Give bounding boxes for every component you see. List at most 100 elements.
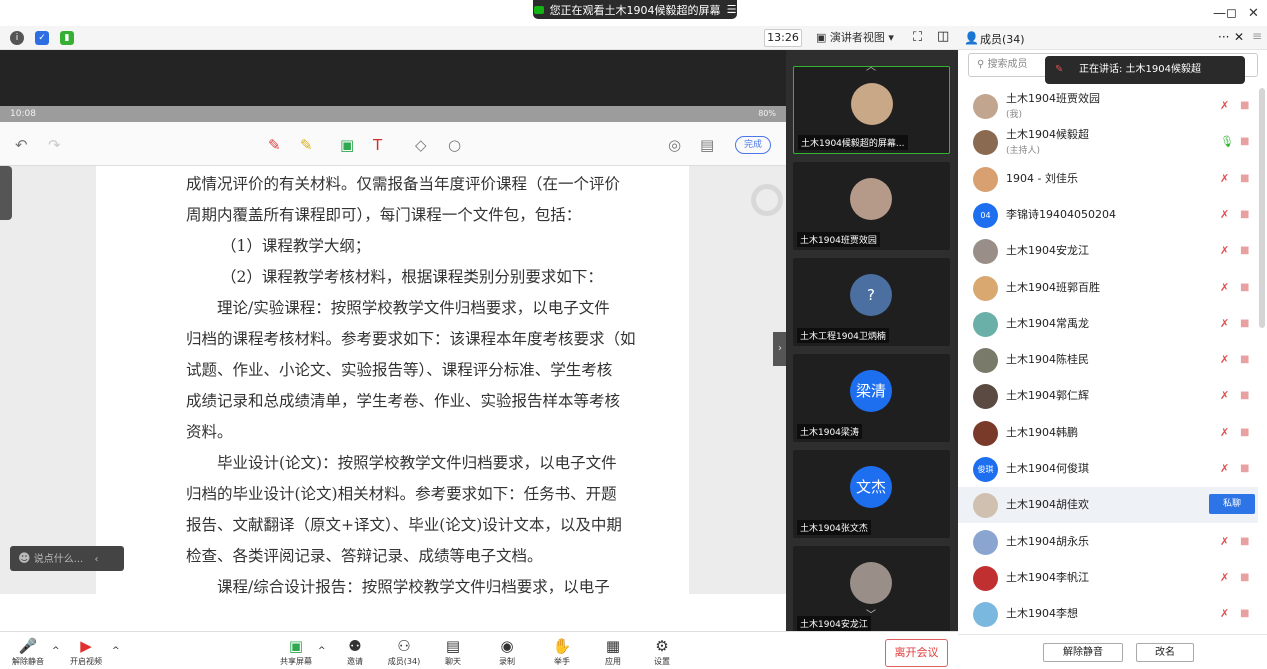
mic-off-icon[interactable]: ✗	[1220, 244, 1229, 257]
fullscreen-icon[interactable]: ⛶	[913, 30, 922, 45]
members-button[interactable]: ⚇ 成员(34)	[382, 636, 426, 667]
panel-menu-icon[interactable]: ≡	[1252, 29, 1262, 43]
chat-input-pill[interactable]: ☻ 说点什么... ‹	[10, 546, 124, 571]
camera-off-icon[interactable]: ■	[1240, 390, 1249, 401]
video-tile[interactable]: ? 土木工程1904卫炳楠	[793, 258, 950, 346]
camera-off-icon[interactable]: ■	[1240, 318, 1249, 329]
camera-off-icon[interactable]: ■	[1240, 282, 1249, 293]
mic-off-icon[interactable]: ✗	[1220, 571, 1229, 584]
member-row[interactable]: 土木1904安龙江 ✗ ■	[958, 233, 1258, 269]
video-tile[interactable]: 土木1904候毅超的屏幕...	[793, 66, 950, 154]
pen-icon[interactable]: ✎	[268, 136, 281, 154]
invite-button[interactable]: ⚉ 邀请	[333, 636, 377, 667]
undo-icon[interactable]: ↶	[15, 136, 28, 154]
done-button[interactable]: 完成	[735, 136, 771, 154]
collapse-strip-button[interactable]: ›	[773, 332, 787, 366]
unmute-button[interactable]: 🎤 解除静音	[6, 636, 50, 667]
close-panel-icon[interactable]: ✕	[1234, 30, 1244, 44]
redo-icon[interactable]: ↷	[48, 136, 61, 154]
mic-off-icon[interactable]: ✗	[1220, 535, 1229, 548]
member-row[interactable]: 土木1904李帆江 ✗ ■	[958, 560, 1258, 596]
unmute-all-button[interactable]: 解除静音	[1043, 643, 1123, 662]
member-row[interactable]: 土木1904常禹龙 ✗ ■	[958, 306, 1258, 342]
camera-off-icon[interactable]: ■	[1240, 354, 1249, 365]
mic-off-icon[interactable]: ✗	[1220, 172, 1229, 185]
mic-off-icon[interactable]: ✗	[1220, 208, 1229, 221]
camera-off-icon[interactable]: ■	[1240, 136, 1249, 147]
camera-off-icon[interactable]: ■	[1240, 608, 1249, 619]
mic-off-icon[interactable]: ✗	[1220, 462, 1229, 475]
camera-off-icon[interactable]: ■	[1240, 173, 1249, 184]
camera-off-icon: ▶	[80, 637, 92, 655]
member-row[interactable]: 土木1904李想 ✗ ■	[958, 596, 1258, 632]
video-tile[interactable]: 土木1904班贾效园	[793, 162, 950, 250]
raise-hand-button[interactable]: ✋ 举手	[540, 636, 584, 667]
apps-button[interactable]: ▦ 应用	[591, 636, 635, 667]
member-row[interactable]: 土木1904班贾效园 (我) ✗ ■	[958, 88, 1258, 124]
lasso-icon[interactable]: ○	[448, 136, 461, 154]
info-icon[interactable]: i	[10, 31, 24, 45]
start-video-button[interactable]: ▶ 开启视频	[64, 636, 108, 667]
chevron-up-icon[interactable]: ︿	[866, 58, 876, 73]
member-row[interactable]: 土木1904陈桂民 ✗ ■	[958, 342, 1258, 378]
member-row[interactable]: 土木1904韩鹏 ✗ ■	[958, 415, 1258, 451]
private-chat-button[interactable]: 私聊	[1209, 494, 1255, 515]
member-row[interactable]: 土木1904郭仁辉 ✗ ■	[958, 378, 1258, 414]
member-row[interactable]: 俊琪 土木1904何俊琪 ✗ ■	[958, 451, 1258, 487]
settings-button[interactable]: ⚙ 设置	[640, 636, 684, 667]
camera-off-icon[interactable]: ■	[1240, 427, 1249, 438]
member-row[interactable]: 土木1904胡佳欢 私聊	[958, 487, 1258, 524]
member-row[interactable]: 1904 - 刘佳乐 ✗ ■	[958, 161, 1258, 197]
mic-off-icon[interactable]: ✗	[1220, 607, 1229, 620]
mic-off-icon[interactable]: ✗	[1220, 99, 1229, 112]
more-icon[interactable]: ···	[1218, 30, 1229, 44]
emoji-icon[interactable]: ☻	[18, 551, 31, 565]
chevron-up-icon[interactable]: ^	[112, 646, 120, 656]
rename-button[interactable]: 改名	[1136, 643, 1194, 662]
video-tile[interactable]: 梁清 土木1904梁涛	[793, 354, 950, 442]
close-window-button[interactable]: ✕	[1248, 6, 1259, 21]
minimize-button[interactable]: —	[1213, 6, 1226, 21]
camera-off-icon[interactable]: ■	[1240, 209, 1249, 220]
camera-off-icon[interactable]: ■	[1240, 572, 1249, 583]
highlighter-icon[interactable]: ✎	[300, 136, 313, 154]
camera-off-icon[interactable]: ■	[1240, 100, 1249, 111]
screen-share-banner[interactable]: 您正在观看土木1904候毅超的屏幕 ☰	[533, 0, 737, 19]
member-row[interactable]: 土木1904班郭百胜 ✗ ■	[958, 270, 1258, 306]
chevron-up-icon[interactable]: ^	[318, 646, 326, 656]
view-mode-button[interactable]: ▣ 演讲者视图 ▾	[816, 29, 900, 47]
chat-button[interactable]: ▤ 聊天	[431, 636, 475, 667]
signal-icon[interactable]: ▮	[60, 31, 74, 45]
left-handle[interactable]	[0, 166, 12, 220]
doc-line: 检查、各类评阅记录、答辩记录、成绩等电子文档。	[186, 547, 543, 565]
text-icon[interactable]: T	[373, 136, 382, 154]
camera-off-icon[interactable]: ■	[1240, 536, 1249, 547]
chevron-left-icon[interactable]: ‹	[94, 554, 98, 565]
shield-icon[interactable]: ✓	[35, 31, 49, 45]
mic-off-icon[interactable]: ✗	[1220, 426, 1229, 439]
banner-menu-icon[interactable]: ☰	[727, 3, 737, 16]
leave-meeting-button[interactable]: 离开会议	[885, 639, 948, 667]
mic-off-icon[interactable]: ✗	[1220, 353, 1229, 366]
eraser-icon[interactable]: ◇	[415, 136, 427, 154]
mic-off-icon[interactable]: ✗	[1220, 389, 1229, 402]
member-list-scrollbar[interactable]	[1259, 88, 1265, 328]
text-box-icon[interactable]: ▣	[340, 136, 354, 154]
save-icon[interactable]: ▤	[700, 136, 714, 154]
camera-off-icon[interactable]: ■	[1240, 463, 1249, 474]
mic-on-icon[interactable]: 🎙	[1220, 135, 1234, 148]
member-row[interactable]: 土木1904候毅超 (主持人) 🎙 ■	[958, 124, 1258, 160]
chevron-up-icon[interactable]: ^	[52, 646, 60, 656]
mic-off-icon[interactable]: ✗	[1220, 281, 1229, 294]
share-screen-button[interactable]: ▣ 共享屏幕	[274, 636, 318, 667]
mic-off-icon[interactable]: ✗	[1220, 317, 1229, 330]
member-row[interactable]: 04 李锦诗19404050204 ✗ ■	[958, 197, 1258, 233]
video-tile[interactable]: 文杰 土木1904张文杰	[793, 450, 950, 538]
member-row[interactable]: 土木1904胡永乐 ✗ ■	[958, 524, 1258, 560]
settings-icon[interactable]: ◎	[668, 136, 681, 154]
camera-off-icon[interactable]: ■	[1240, 245, 1249, 256]
maximize-button[interactable]: ◻	[1226, 6, 1237, 21]
sidebar-toggle-icon[interactable]: ◫	[937, 29, 949, 44]
chevron-down-icon[interactable]: ﹀	[866, 606, 876, 621]
record-button[interactable]: ◉ 录制	[485, 636, 529, 667]
